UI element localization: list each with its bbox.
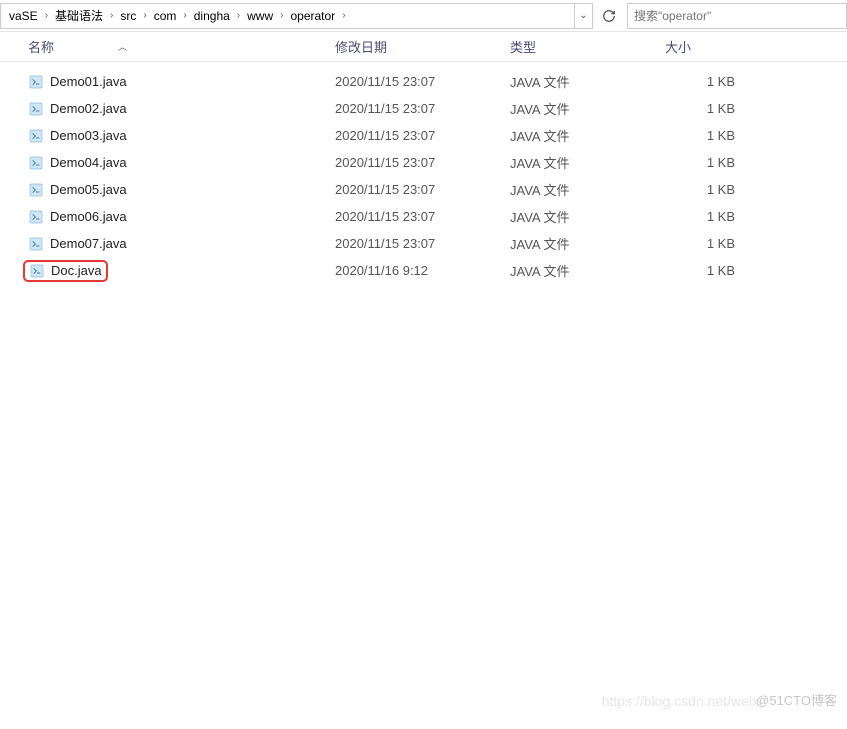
java-file-icon [28, 236, 44, 252]
chevron-right-icon: › [140, 10, 149, 21]
file-name-cell: Demo04.java [28, 155, 335, 171]
file-date-cell: 2020/11/15 23:07 [335, 182, 510, 197]
file-name-label: Demo02.java [50, 101, 127, 116]
columns-header: 名称 ︿ 修改日期 类型 大小 [0, 32, 847, 62]
file-type-cell: JAVA 文件 [510, 126, 665, 145]
java-file-icon [28, 101, 44, 117]
file-date-cell: 2020/11/15 23:07 [335, 236, 510, 251]
breadcrumb-dropdown[interactable]: ⌄ [574, 4, 592, 28]
java-file-icon [28, 182, 44, 198]
file-name-label: Demo06.java [50, 209, 127, 224]
file-type-cell: JAVA 文件 [510, 234, 665, 253]
breadcrumb-end: ⌄ [574, 4, 592, 28]
refresh-button[interactable] [595, 3, 623, 29]
java-file-icon [28, 155, 44, 171]
file-row[interactable]: Demo05.java 2020/11/15 23:07JAVA 文件1 KB [0, 176, 847, 203]
file-size-cell: 1 KB [665, 128, 765, 143]
column-header-name[interactable]: 名称 ︿ [28, 37, 335, 56]
file-row[interactable]: Demo04.java 2020/11/15 23:07JAVA 文件1 KB [0, 149, 847, 176]
column-header-date[interactable]: 修改日期 [335, 37, 510, 56]
watermark-51cto: @51CTO博客 [756, 690, 837, 709]
file-date-cell: 2020/11/15 23:07 [335, 209, 510, 224]
file-size-cell: 1 KB [665, 236, 765, 251]
chevron-right-icon: › [277, 10, 286, 21]
column-date-label: 修改日期 [335, 40, 387, 55]
file-type-cell: JAVA 文件 [510, 261, 665, 280]
file-size-cell: 1 KB [665, 263, 765, 278]
file-type-cell: JAVA 文件 [510, 153, 665, 172]
column-size-label: 大小 [665, 40, 691, 55]
refresh-icon [602, 9, 616, 23]
file-name-cell: Demo02.java [28, 101, 335, 117]
breadcrumb-item[interactable]: src [116, 9, 140, 23]
file-date-cell: 2020/11/15 23:07 [335, 128, 510, 143]
column-name-label: 名称 [28, 37, 54, 56]
file-name-cell: Demo06.java [28, 209, 335, 225]
file-type-cell: JAVA 文件 [510, 72, 665, 91]
breadcrumb-item[interactable]: vaSE [5, 9, 42, 23]
breadcrumb-item[interactable]: www [243, 9, 277, 23]
file-name-cell: Demo03.java [28, 128, 335, 144]
file-name-label: Demo05.java [50, 182, 127, 197]
file-row[interactable]: Demo07.java 2020/11/15 23:07JAVA 文件1 KB [0, 230, 847, 257]
chevron-right-icon: › [107, 10, 116, 21]
java-file-icon [28, 128, 44, 144]
file-row[interactable]: Demo01.java 2020/11/15 23:07JAVA 文件1 KB [0, 68, 847, 95]
chevron-right-icon: › [180, 10, 189, 21]
file-type-cell: JAVA 文件 [510, 207, 665, 226]
file-name-label: Demo07.java [50, 236, 127, 251]
java-file-icon [29, 263, 45, 279]
breadcrumb-item[interactable]: com [150, 9, 181, 23]
java-file-icon [28, 74, 44, 90]
file-name-label: Demo01.java [50, 74, 127, 89]
search-box[interactable] [627, 3, 847, 29]
chevron-right-icon: › [234, 10, 243, 21]
file-size-cell: 1 KB [665, 155, 765, 170]
file-name-label: Demo04.java [50, 155, 127, 170]
file-type-cell: JAVA 文件 [510, 99, 665, 118]
breadcrumb[interactable]: vaSE›基础语法›src›com›dingha›www›operator› ⌄ [0, 3, 593, 29]
file-row[interactable]: Demo06.java 2020/11/15 23:07JAVA 文件1 KB [0, 203, 847, 230]
file-name-label: Demo03.java [50, 128, 127, 143]
file-date-cell: 2020/11/15 23:07 [335, 101, 510, 116]
column-header-size[interactable]: 大小 [665, 37, 765, 56]
file-name-cell: Doc.java [28, 260, 335, 282]
watermark-csdn: https://blog.csdn.net/weixi [602, 693, 762, 709]
column-type-label: 类型 [510, 40, 536, 55]
file-size-cell: 1 KB [665, 182, 765, 197]
file-list: Demo01.java2020/11/15 23:07JAVA 文件1 KBDe… [0, 62, 847, 284]
search-input[interactable] [634, 9, 840, 23]
file-row[interactable]: Doc.java 2020/11/16 9:12JAVA 文件1 KB [0, 257, 847, 284]
file-date-cell: 2020/11/15 23:07 [335, 74, 510, 89]
chevron-down-icon: ⌄ [579, 10, 587, 21]
column-header-type[interactable]: 类型 [510, 37, 665, 56]
sort-indicator-icon: ︿ [118, 40, 127, 53]
address-toolbar: vaSE›基础语法›src›com›dingha›www›operator› ⌄ [0, 0, 847, 32]
file-name-cell: Demo07.java [28, 236, 335, 252]
file-size-cell: 1 KB [665, 209, 765, 224]
file-date-cell: 2020/11/15 23:07 [335, 155, 510, 170]
file-name-label: Doc.java [51, 263, 102, 278]
chevron-right-icon: › [42, 10, 51, 21]
breadcrumb-item[interactable]: operator [286, 9, 339, 23]
file-type-cell: JAVA 文件 [510, 180, 665, 199]
breadcrumb-item[interactable]: 基础语法 [51, 7, 107, 24]
chevron-right-icon: › [339, 10, 348, 21]
file-size-cell: 1 KB [665, 101, 765, 116]
file-row[interactable]: Demo03.java 2020/11/15 23:07JAVA 文件1 KB [0, 122, 847, 149]
file-name-cell: Demo05.java [28, 182, 335, 198]
breadcrumb-item[interactable]: dingha [190, 9, 234, 23]
file-name-highlight: Doc.java [23, 260, 108, 282]
java-file-icon [28, 209, 44, 225]
file-name-cell: Demo01.java [28, 74, 335, 90]
file-date-cell: 2020/11/16 9:12 [335, 263, 510, 278]
file-row[interactable]: Demo02.java 2020/11/15 23:07JAVA 文件1 KB [0, 95, 847, 122]
file-size-cell: 1 KB [665, 74, 765, 89]
